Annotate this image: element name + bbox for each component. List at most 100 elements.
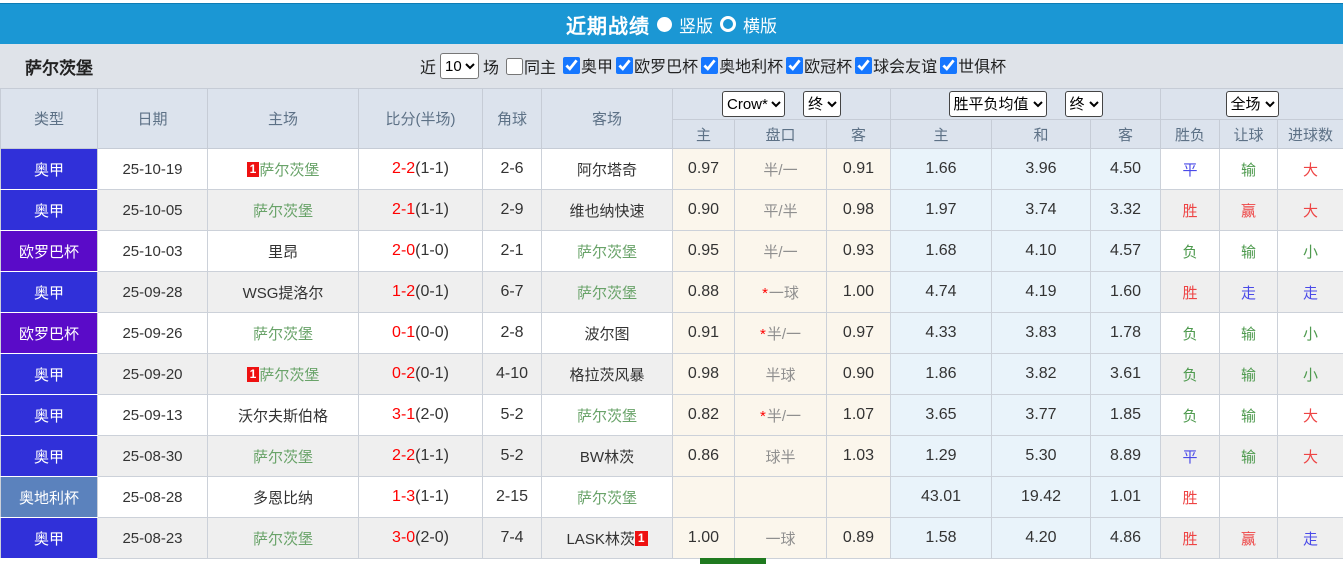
scope-select[interactable]: 全场 — [1225, 91, 1279, 117]
asian-home-odds-cell: 1.00 — [672, 517, 735, 559]
league-filter-3[interactable]: 欧冠杯 — [783, 53, 852, 77]
col-header-home: 主场 — [207, 88, 359, 149]
score-cell[interactable]: 3-1(2-0) — [358, 394, 483, 436]
league-type-cell: 奥甲 — [0, 353, 98, 395]
horizontal-layout-radio[interactable] — [720, 16, 736, 32]
league-label: 球会友谊 — [873, 59, 938, 77]
away-team-cell[interactable]: LASK林茨 1 — [541, 517, 673, 559]
away-team-cell[interactable]: 维也纳快速 — [541, 189, 673, 231]
vertical-layout-label[interactable]: 竖版 — [679, 12, 713, 37]
league-filter-1[interactable]: 欧罗巴杯 — [613, 53, 698, 77]
home-team-cell[interactable]: 多恩比纳 — [207, 476, 359, 518]
match-count-select[interactable]: 10 — [440, 53, 480, 79]
match-result-cell: 胜 — [1160, 271, 1221, 313]
handicap-line: 半球 — [765, 366, 796, 384]
fulltime-score: 1-2 — [392, 283, 416, 300]
euro-type-select[interactable]: 胜平负均值 — [948, 91, 1047, 117]
league-filter-4[interactable]: 球会友谊 — [852, 53, 937, 77]
score-cell[interactable]: 2-1(1-1) — [358, 189, 483, 231]
euro-draw-odds-cell: 3.96 — [991, 148, 1091, 190]
same-home-checkbox[interactable] — [506, 57, 524, 75]
league-type-cell: 欧罗巴杯 — [0, 230, 98, 272]
corner-cell: 4-10 — [482, 353, 542, 395]
vertical-layout-radio[interactable] — [657, 16, 672, 32]
handicap-result-cell: 走 — [1219, 271, 1279, 313]
away-team-name: 萨尔茨堡 — [576, 284, 637, 302]
home-team-cell[interactable]: 1 萨尔茨堡 — [207, 353, 359, 395]
euro-home-odds-cell: 4.33 — [890, 312, 992, 354]
asian-away-odds-cell: 1.03 — [826, 435, 891, 477]
league-checkbox[interactable] — [563, 56, 581, 74]
away-team-cell[interactable]: 阿尔塔奇 — [541, 148, 673, 190]
away-team-cell[interactable]: 萨尔茨堡 — [541, 394, 673, 436]
goals-result-cell: 大 — [1277, 189, 1343, 231]
goals-result-cell: 大 — [1277, 435, 1343, 477]
league-checkbox[interactable] — [701, 56, 719, 74]
home-team-name: 萨尔茨堡 — [252, 325, 313, 343]
asian-home-odds-cell: 0.86 — [672, 435, 735, 477]
league-type-cell: 奥地利杯 — [0, 476, 98, 518]
euro-home-odds-cell: 43.01 — [890, 476, 992, 518]
asian-away-odds-cell: 0.98 — [826, 189, 891, 231]
score-cell[interactable]: 0-1(0-0) — [358, 312, 483, 354]
col-header-goals-result: 进球数 — [1277, 119, 1343, 149]
euro-home-odds-cell: 4.74 — [890, 271, 992, 313]
score-cell[interactable]: 2-2(1-1) — [358, 435, 483, 477]
score-cell[interactable]: 0-2(0-1) — [358, 353, 483, 395]
team-name-heading: 萨尔茨堡 — [25, 58, 93, 78]
col-header-ah-away: 客 — [826, 119, 891, 149]
rank-badge: 1 — [246, 161, 260, 177]
euro-home-odds-cell: 3.65 — [890, 394, 992, 436]
handicap-cell: 平/半 — [734, 189, 827, 231]
home-team-cell[interactable]: 萨尔茨堡 — [207, 517, 359, 559]
handicap-result-cell: 输 — [1219, 148, 1279, 190]
asian-time-select[interactable]: 终 — [803, 91, 841, 117]
handicap-line: 半/一 — [763, 161, 798, 179]
away-team-name: 波尔图 — [584, 325, 630, 343]
away-team-cell[interactable]: 萨尔茨堡 — [541, 230, 673, 272]
league-checkbox[interactable] — [855, 56, 873, 74]
euro-draw-odds-cell: 3.77 — [991, 394, 1091, 436]
euro-time-select[interactable]: 终 — [1064, 91, 1103, 117]
league-filter-5[interactable]: 世俱杯 — [937, 53, 1006, 77]
horizontal-layout-label[interactable]: 横版 — [743, 12, 777, 37]
score-cell[interactable]: 3-0(2-0) — [358, 517, 483, 559]
handicap-result-cell: 赢 — [1219, 189, 1279, 231]
score-cell[interactable]: 1-2(0-1) — [358, 271, 483, 313]
score-cell[interactable]: 2-0(1-0) — [358, 230, 483, 272]
home-team-cell[interactable]: 里昂 — [207, 230, 359, 272]
same-home-filter[interactable]: 同主 — [503, 54, 556, 78]
home-team-cell[interactable]: WSG提洛尔 — [207, 271, 359, 313]
asian-away-odds-cell — [826, 476, 891, 518]
away-team-cell[interactable]: 萨尔茨堡 — [541, 271, 673, 313]
euro-away-odds-cell: 1.78 — [1089, 312, 1162, 354]
fulltime-score: 2-1 — [392, 201, 416, 218]
home-team-cell[interactable]: 沃尔夫斯伯格 — [207, 394, 359, 436]
home-team-cell[interactable]: 萨尔茨堡 — [207, 435, 359, 477]
away-team-cell[interactable]: 波尔图 — [541, 312, 673, 354]
home-team-cell[interactable]: 萨尔茨堡 — [207, 189, 359, 231]
handicap-result-cell: 输 — [1219, 312, 1279, 354]
away-team-cell[interactable]: 格拉茨风暴 — [541, 353, 673, 395]
score-cell[interactable]: 1-3(1-1) — [358, 476, 483, 518]
halftime-score: (1-1) — [415, 488, 449, 505]
league-checkbox[interactable] — [616, 56, 634, 74]
home-team-cell[interactable]: 1 萨尔茨堡 — [207, 148, 359, 190]
away-team-cell[interactable]: BW林茨 — [541, 435, 673, 477]
handicap-cell: 半球 — [734, 353, 827, 395]
league-filter-0[interactable]: 奥甲 — [560, 53, 613, 77]
match-result-cell: 平 — [1160, 148, 1221, 190]
goals-result-cell: 走 — [1277, 271, 1343, 313]
fulltime-score: 3-1 — [392, 406, 416, 423]
home-team-cell[interactable]: 萨尔茨堡 — [207, 312, 359, 354]
league-filter-2[interactable]: 奥地利杯 — [698, 53, 783, 77]
euro-draw-odds-cell: 3.83 — [991, 312, 1091, 354]
bookmaker-select[interactable]: Crow* — [722, 91, 785, 117]
corner-cell: 5-2 — [482, 435, 542, 477]
score-cell[interactable]: 2-2(1-1) — [358, 148, 483, 190]
league-checkbox[interactable] — [786, 56, 804, 74]
away-team-cell[interactable]: 萨尔茨堡 — [541, 476, 673, 518]
league-checkbox[interactable] — [940, 56, 958, 74]
euro-draw-odds-cell: 4.19 — [991, 271, 1091, 313]
euro-home-odds-cell: 1.68 — [890, 230, 992, 272]
